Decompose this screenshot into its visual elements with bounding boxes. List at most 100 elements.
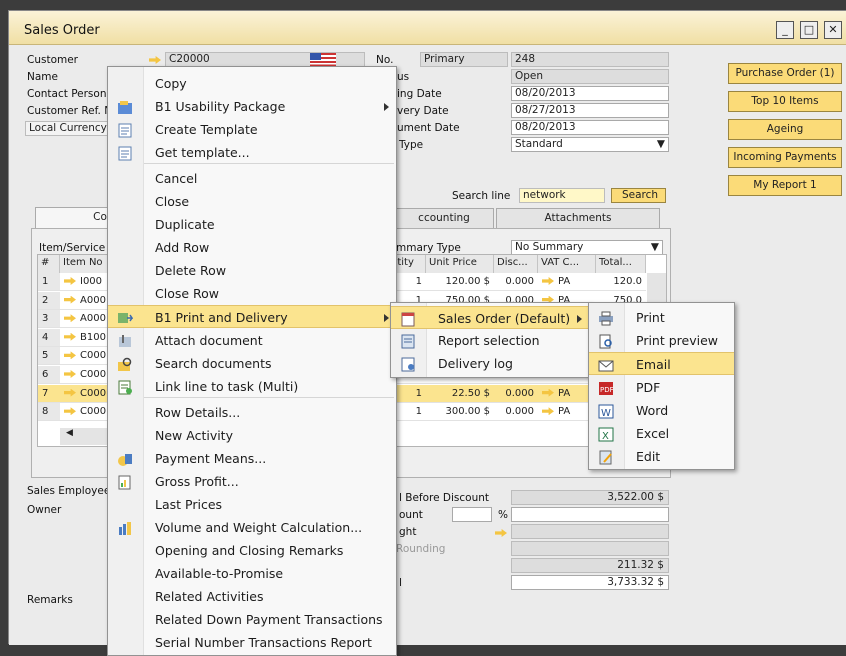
series-select[interactable]: Primary (420, 52, 508, 67)
col-header-num[interactable]: # (38, 255, 60, 273)
volume-chart-icon (117, 520, 133, 535)
menu-item-close-row-label: Close Row (155, 286, 220, 301)
menu-item-edit[interactable]: Edit (589, 445, 734, 468)
search-line-input[interactable]: network (519, 188, 605, 203)
item-no-cell-text: A000 (80, 313, 106, 325)
link-arrow-icon[interactable] (64, 295, 76, 304)
minimize-icon[interactable]: _ (776, 21, 794, 39)
customer-link-arrow-icon[interactable] (149, 53, 165, 66)
freight-arrow-icon[interactable] (495, 526, 511, 539)
link-arrow-icon[interactable] (64, 407, 76, 416)
menu-item-copy[interactable]: Copy (108, 72, 396, 95)
link-arrow-icon[interactable] (542, 388, 554, 397)
menu-item-report-selection[interactable]: Report selection (391, 329, 589, 352)
menu-item-search-documents[interactable]: Search documents (108, 352, 396, 375)
discount-cell[interactable]: 0.000 (494, 273, 538, 290)
price-cell-text: 120.00 $ (445, 276, 490, 287)
menu-item-b1-print-delivery[interactable]: B1 Print and Delivery (108, 305, 396, 328)
menu-item-get-template[interactable]: Get template... (108, 141, 396, 164)
col-header-total[interactable]: Total... (596, 255, 646, 273)
menu-separator (144, 163, 394, 164)
output-submenu: Print Print preview Email PDF PDF W Word X Excel… (588, 302, 735, 470)
document-date-field[interactable]: 08/20/2013 (511, 120, 669, 135)
menu-item-print-preview[interactable]: Print preview (589, 329, 734, 352)
summary-type-select[interactable]: No Summary ▼ (511, 240, 663, 255)
col-header-price[interactable]: Unit Price (426, 255, 494, 273)
menu-item-new-activity[interactable]: New Activity (108, 424, 396, 447)
posting-date-label: ing Date (397, 88, 442, 100)
currency-label: Local Currency (29, 122, 107, 134)
purchase-order-button[interactable]: Purchase Order (1) (728, 63, 842, 84)
menu-item-link-line-task[interactable]: Link line to task (Multi) (108, 375, 396, 398)
posting-date-field[interactable]: 08/20/2013 (511, 86, 669, 101)
menu-item-duplicate[interactable]: Duplicate (108, 213, 396, 236)
menu-item-delete-row[interactable]: Delete Row (108, 259, 396, 282)
link-arrow-icon[interactable] (64, 332, 76, 341)
link-arrow-icon[interactable] (542, 407, 554, 416)
maximize-icon[interactable]: □ (800, 21, 818, 39)
menu-item-related-down-payment[interactable]: Related Down Payment Transactions (108, 608, 396, 631)
my-report-button[interactable]: My Report 1 (728, 175, 842, 196)
link-arrow-icon[interactable] (542, 277, 554, 285)
menu-item-close[interactable]: Close (108, 190, 396, 213)
menu-item-gross-profit[interactable]: Gross Profit... (108, 470, 396, 493)
menu-item-serial-number-report[interactable]: Serial Number Transactions Report (108, 631, 396, 654)
discount-cell[interactable]: 0.000 (494, 385, 538, 402)
menu-item-volume-weight[interactable]: Volume and Weight Calculation... (108, 516, 396, 539)
discount-percent-input[interactable] (452, 507, 492, 522)
menu-item-row-details[interactable]: Row Details... (108, 401, 396, 424)
discount-cell[interactable]: 0.000 (494, 403, 538, 420)
search-button[interactable]: Search (611, 188, 666, 203)
menu-item-cancel[interactable]: Cancel (108, 167, 396, 190)
link-arrow-icon[interactable] (64, 351, 76, 360)
menu-item-email[interactable]: Email (589, 352, 734, 376)
price-cell[interactable]: 120.00 $ (426, 273, 494, 290)
menu-item-print[interactable]: Print (589, 306, 734, 329)
close-icon[interactable]: ✕ (824, 21, 842, 39)
chevron-down-icon: ▼ (656, 138, 665, 150)
status-field: Open (511, 69, 669, 84)
ageing-button[interactable]: Ageing (728, 119, 842, 140)
chevron-down-icon: ▼ (650, 241, 659, 253)
type-select[interactable]: Standard ▼ (511, 137, 669, 152)
price-cell[interactable]: 22.50 $ (426, 385, 494, 402)
doc-number-field[interactable]: 248 (511, 52, 669, 67)
menu-item-sales-order-default[interactable]: Sales Order (Default) (391, 306, 589, 329)
top-10-items-button[interactable]: Top 10 Items (728, 91, 842, 112)
menu-item-opening-closing-remarks[interactable]: Opening and Closing Remarks (108, 539, 396, 562)
menu-item-word[interactable]: W Word (589, 399, 734, 422)
vat-cell[interactable]: PA (538, 273, 596, 290)
total-cell[interactable]: 120.0 (596, 273, 646, 290)
incoming-payments-button[interactable]: Incoming Payments (728, 147, 842, 168)
link-arrow-icon[interactable] (64, 370, 76, 378)
menu-item-available-to-promise[interactable]: Available-to-Promise (108, 562, 396, 585)
col-header-vat[interactable]: VAT C... (538, 255, 596, 273)
menu-item-delivery-log[interactable]: Delivery log (391, 352, 589, 375)
template-icon (117, 145, 133, 161)
menu-item-payment-means[interactable]: Payment Means... (108, 447, 396, 470)
price-cell[interactable]: 300.00 $ (426, 403, 494, 420)
menu-item-pdf[interactable]: PDF PDF (589, 376, 734, 399)
menu-item-attach-document[interactable]: Attach document (108, 329, 396, 352)
menu-item-close-row[interactable]: Close Row (108, 282, 396, 305)
menu-item-related-activities[interactable]: Related Activities (108, 585, 396, 608)
discount-amount-input[interactable] (511, 507, 669, 522)
menu-item-excel[interactable]: X Excel (589, 422, 734, 445)
menu-item-create-template[interactable]: Create Template (108, 118, 396, 141)
col-header-discount[interactable]: Disc... (494, 255, 538, 273)
link-arrow-icon[interactable] (64, 388, 76, 397)
menu-item-b1-usability-package[interactable]: B1 Usability Package (108, 95, 396, 118)
item-no-cell-text: C000 (80, 369, 107, 380)
excel-icon: X (598, 426, 614, 442)
delivery-date-field[interactable]: 08/27/2013 (511, 103, 669, 118)
posting-date-value: 08/20/2013 (515, 87, 576, 99)
tab-attachments[interactable]: Attachments (496, 208, 660, 228)
menu-item-add-row[interactable]: Add Row (108, 236, 396, 259)
link-arrow-icon[interactable] (64, 277, 76, 285)
tab-accounting[interactable]: ccounting (394, 208, 494, 228)
menu-item-last-prices[interactable]: Last Prices (108, 493, 396, 516)
menu-item-pdf-label: PDF (636, 379, 661, 395)
link-arrow-icon[interactable] (64, 314, 76, 323)
col-header-item[interactable]: Item No (60, 255, 110, 273)
currency-select[interactable]: Local Currency (25, 121, 115, 136)
